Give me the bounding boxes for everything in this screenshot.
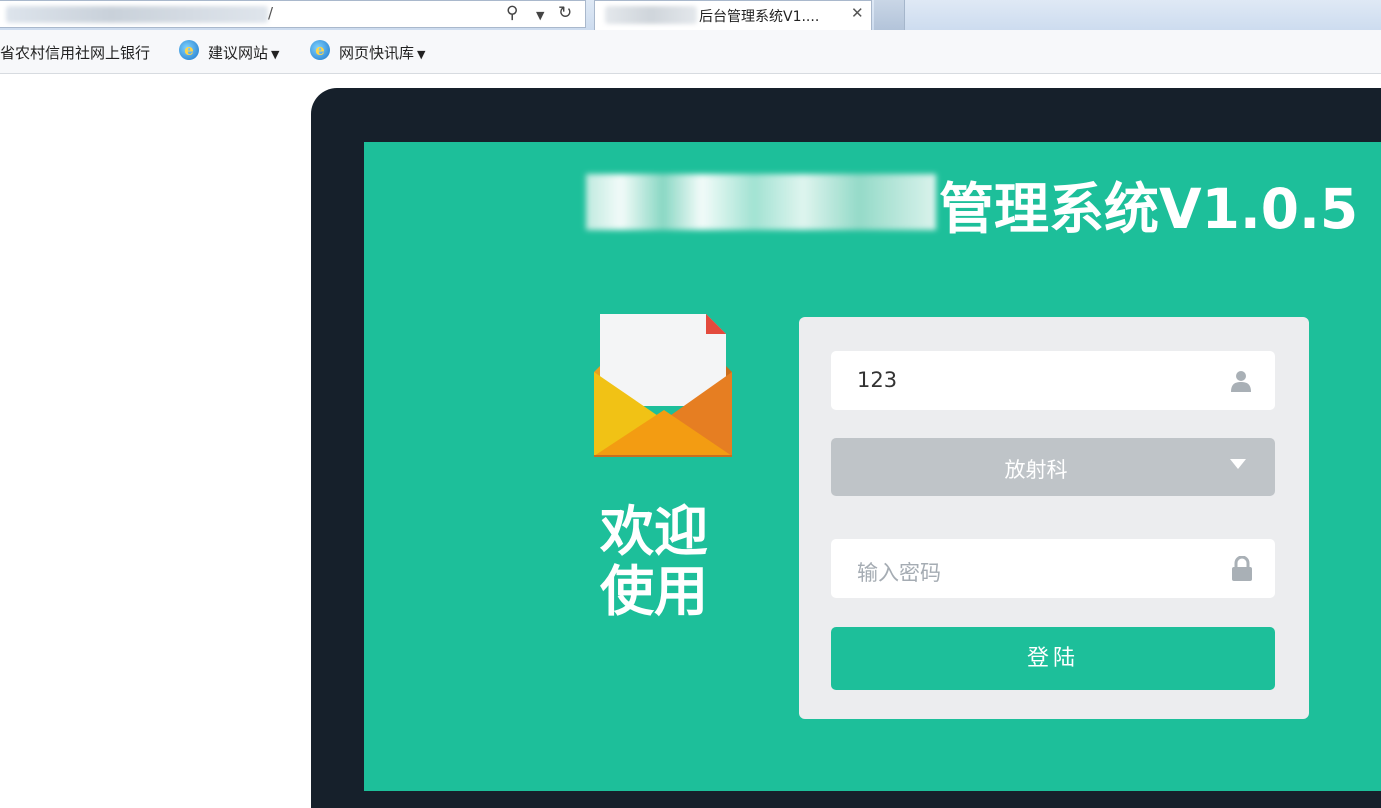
password-placeholder: 输入密码 (857, 561, 941, 585)
chevron-down-icon: ▼ (417, 48, 426, 61)
browser-titlebar: / ⚲ ▼ ↻ 后台管理系统V1.... ✕ (0, 0, 1381, 30)
caret-down-icon (1230, 459, 1246, 469)
welcome-line-2: 使用 (600, 560, 708, 623)
department-select[interactable]: 放射科 (831, 438, 1275, 496)
user-icon (1231, 371, 1251, 392)
welcome-line-1: 欢迎 (600, 500, 708, 563)
ie-icon: e (179, 40, 199, 60)
login-screen: 管理系统V1.0.5 欢迎 使用 123 放射科 输入密码 登陆 (364, 142, 1381, 791)
new-tab-button[interactable] (874, 0, 905, 30)
login-button[interactable]: 登陆 (831, 627, 1275, 690)
browser-tab-active[interactable]: 后台管理系统V1.... ✕ (594, 0, 872, 30)
address-suffix: / (268, 4, 274, 22)
department-value: 放射科 (1004, 458, 1068, 482)
ie-icon: e (310, 40, 330, 60)
username-field[interactable]: 123 (831, 351, 1275, 410)
page-title: 管理系统V1.0.5 (939, 177, 1359, 241)
address-bar[interactable]: / ⚲ ▼ ↻ (0, 0, 586, 28)
address-url-redacted (6, 6, 268, 23)
lock-icon (1232, 556, 1252, 581)
refresh-icon[interactable]: ↻ (558, 3, 572, 23)
chevron-down-icon: ▼ (271, 48, 280, 61)
system-name-redacted (586, 174, 936, 230)
favorites-bar: 省农村信用社网上银行 e 建议网站 ▼ e 网页快讯库 ▼ (0, 30, 1381, 74)
username-value: 123 (857, 368, 898, 392)
favorite-bank[interactable]: 省农村信用社网上银行 (0, 42, 150, 63)
favorite-web-slice-label: 网页快讯库 (339, 44, 415, 62)
password-field[interactable]: 输入密码 (831, 539, 1275, 598)
address-dropdown-icon[interactable]: ▼ (536, 9, 544, 22)
search-icon[interactable]: ⚲ (506, 3, 518, 23)
tab-close-icon[interactable]: ✕ (851, 4, 864, 22)
favorite-web-slice-gallery[interactable]: 网页快讯库 ▼ (339, 42, 425, 63)
envelope-icon (594, 314, 732, 464)
tab-title: 后台管理系统V1.... (699, 9, 820, 25)
login-form: 123 放射科 输入密码 登陆 (799, 317, 1309, 719)
favorite-suggested-sites-label: 建议网站 (208, 44, 269, 62)
favorite-suggested-sites[interactable]: 建议网站 ▼ (208, 42, 279, 63)
welcome-text: 欢迎 使用 (600, 502, 730, 622)
tab-title-redacted (605, 6, 697, 24)
